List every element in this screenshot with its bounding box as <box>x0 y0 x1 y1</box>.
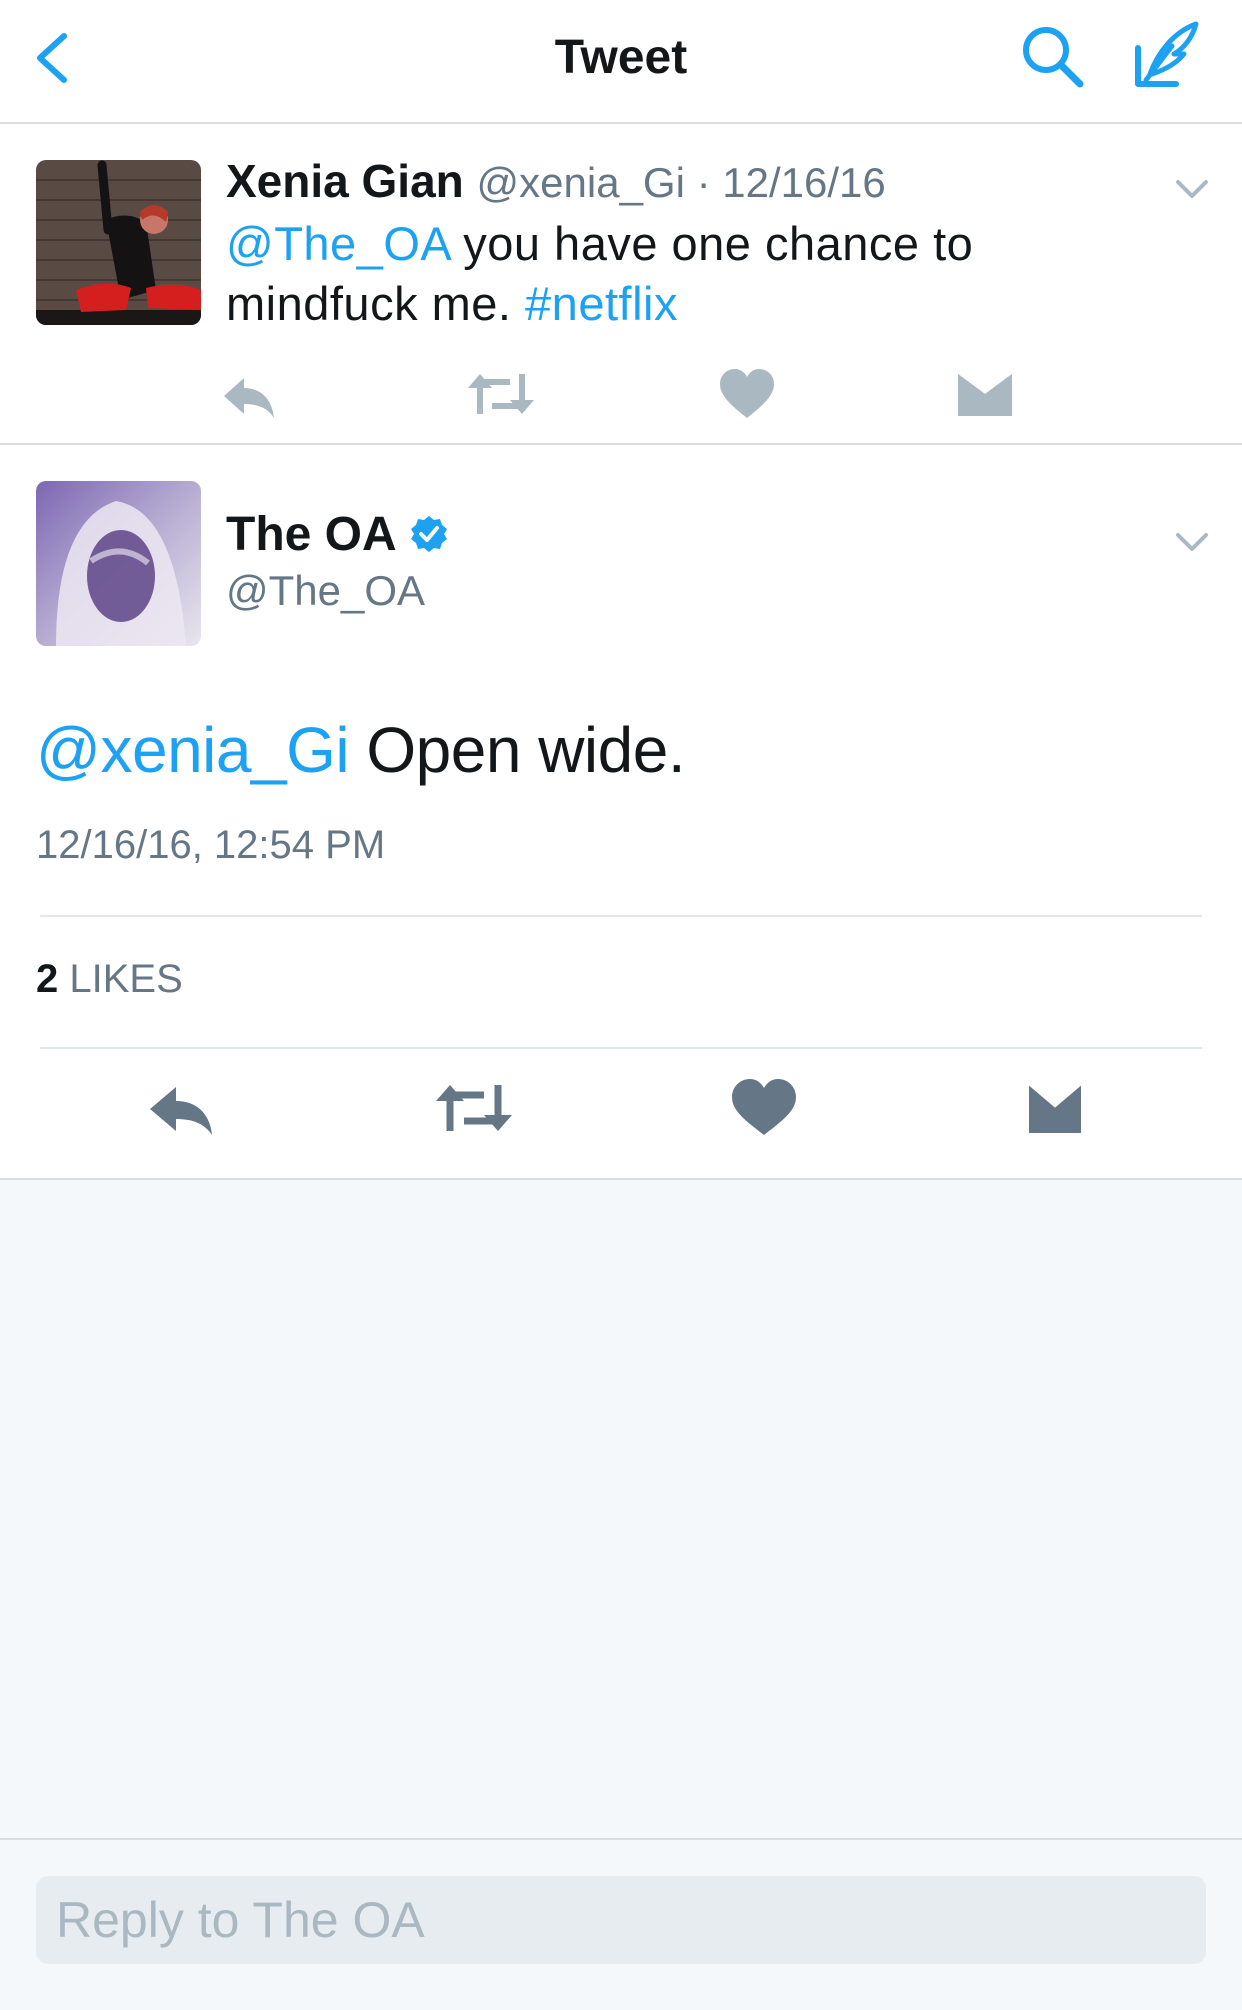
tweet-text-part: Open wide. <box>349 714 686 786</box>
tweet-text: @The_OA you have one chance to mindfuck … <box>226 214 1226 334</box>
compose-icon[interactable] <box>1128 18 1204 94</box>
chevron-down-icon[interactable] <box>1172 174 1212 204</box>
search-icon[interactable] <box>1018 22 1088 92</box>
tweet-text-part: you have one chance to <box>449 217 974 270</box>
like-icon[interactable] <box>724 1075 804 1141</box>
direct-message-icon[interactable] <box>950 364 1020 424</box>
tweet-header: Xenia Gian @xenia_Gi · 12/16/16 <box>226 154 886 208</box>
hashtag-link[interactable]: #netflix <box>525 277 678 330</box>
tweet-text: @xenia_Gi Open wide. <box>36 713 686 787</box>
author-name[interactable]: The OA <box>226 508 397 561</box>
avatar[interactable] <box>36 481 201 646</box>
reply-bar <box>0 1838 1242 2010</box>
divider <box>40 915 1202 917</box>
likes-label: LIKES <box>58 957 183 1001</box>
avatar-photo <box>36 481 201 646</box>
focused-tweet: The OA @The_OA @xenia_Gi Open wide. 12/1… <box>0 445 1242 1180</box>
reply-icon[interactable] <box>144 1075 224 1141</box>
meta-separator: · <box>684 159 723 206</box>
tweet-date: 12/16/16 <box>722 159 886 206</box>
author-name-row: The OA <box>226 507 449 562</box>
conversation-empty-area <box>0 1180 1242 1838</box>
parent-tweet[interactable]: Xenia Gian @xenia_Gi · 12/16/16 @The_OA … <box>0 124 1242 445</box>
mention-link[interactable]: @xenia_Gi <box>36 714 350 786</box>
verified-badge-icon <box>410 516 447 552</box>
reply-icon[interactable] <box>216 364 286 424</box>
avatar-photo <box>36 160 201 325</box>
navigation-bar: Tweet <box>0 0 1242 124</box>
tweet-text-part: mindfuck me. <box>226 277 526 330</box>
likes-count: 2 <box>36 957 59 1001</box>
direct-message-icon[interactable] <box>1015 1075 1095 1141</box>
tweet-timestamp: 12/16/16, 12:54 PM <box>36 823 386 867</box>
avatar[interactable] <box>36 160 201 325</box>
chevron-down-icon[interactable] <box>1172 527 1212 557</box>
author-name[interactable]: Xenia Gian <box>226 155 464 207</box>
retweet-icon[interactable] <box>466 364 536 424</box>
reply-input[interactable] <box>36 1876 1206 1964</box>
retweet-icon[interactable] <box>434 1075 514 1141</box>
author-handle[interactable]: @xenia_Gi <box>477 159 685 206</box>
like-icon[interactable] <box>712 364 782 424</box>
likes-count-row[interactable]: 2 LIKES <box>36 957 183 1002</box>
divider <box>40 1047 1202 1049</box>
mention-link[interactable]: @The_OA <box>226 217 450 270</box>
author-handle[interactable]: @The_OA <box>226 567 425 615</box>
